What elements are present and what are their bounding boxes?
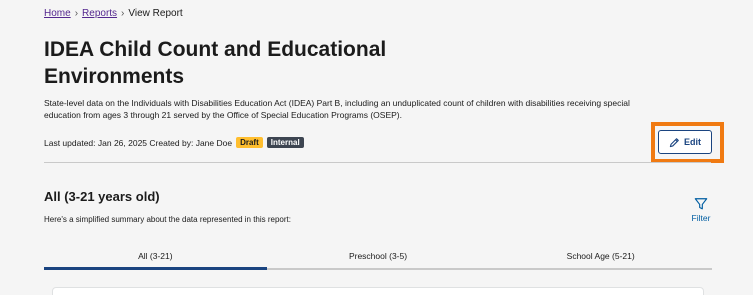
tab-label: All (3-21) [138, 250, 173, 261]
summary-card [52, 287, 704, 295]
filter-button[interactable]: Filter [683, 197, 719, 223]
breadcrumb-separator: › [74, 8, 79, 19]
section-divider [44, 162, 711, 163]
funnel-icon [694, 198, 708, 210]
page-title: IDEA Child Count and Educational Environ… [44, 38, 387, 88]
section-title: All (3-21 years old) [44, 189, 160, 204]
report-meta: Last updated: Jan 26, 2025 Created by: J… [44, 137, 304, 148]
tab-label: Preschool (3-5) [348, 250, 408, 261]
filter-label: Filter [691, 213, 711, 223]
report-meta-text: Last updated: Jan 26, 2025 Created by: J… [44, 137, 233, 148]
pencil-icon [669, 137, 679, 147]
age-tabs: All (3-21) Preschool (3-5) School Age (5… [44, 243, 712, 270]
breadcrumb-separator: › [121, 8, 125, 19]
edit-button-label: Edit [684, 137, 701, 147]
tab-school-age[interactable]: School Age (5-21) [489, 243, 712, 268]
tab-all[interactable]: All (3-21) [44, 243, 267, 270]
status-badge-internal: Internal [266, 137, 304, 148]
breadcrumb-reports-link[interactable]: Reports [82, 8, 117, 19]
edit-button[interactable]: Edit [658, 130, 712, 154]
breadcrumb-current: View Report [128, 8, 183, 19]
report-description: State-level data on the Individuals with… [44, 98, 630, 120]
breadcrumb: Home › Reports › View Report [44, 8, 183, 19]
section-subtitle: Here's a simplified summary about the da… [44, 215, 291, 224]
tab-preschool[interactable]: Preschool (3-5) [267, 243, 490, 268]
tab-label: School Age (5-21) [566, 250, 635, 261]
breadcrumb-home-link[interactable]: Home [44, 8, 71, 19]
status-badge-draft: Draft [236, 137, 263, 148]
